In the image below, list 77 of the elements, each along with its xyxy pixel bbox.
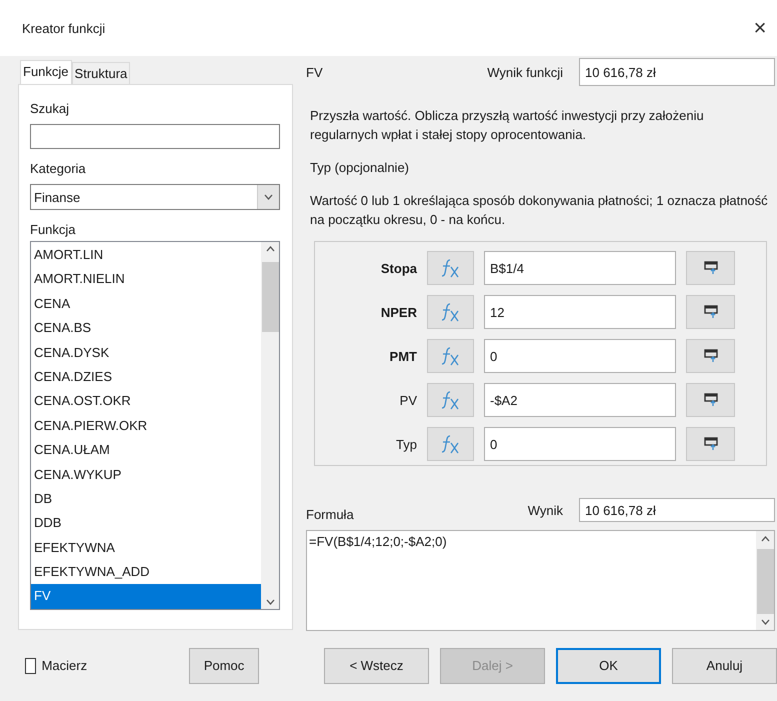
- category-label: Kategoria: [30, 161, 86, 176]
- shrink-button[interactable]: [686, 427, 735, 461]
- argument-field[interactable]: 12: [484, 295, 676, 329]
- list-item[interactable]: AMORT.LIN: [31, 243, 261, 268]
- result-field[interactable]: 10 616,78 zł: [579, 498, 775, 522]
- checkbox-label: Macierz: [42, 658, 88, 673]
- list-item[interactable]: CENA.UŁAM: [31, 438, 261, 463]
- function-icon: [440, 389, 462, 411]
- list-item[interactable]: DB: [31, 486, 261, 512]
- argument-description: Wartość 0 lub 1 określająca sposób dokonywania płatności; 1 oznacza płatność na początku okresu, 0 - na końcu.: [310, 192, 769, 229]
- shrink-icon: [704, 349, 718, 363]
- function-result-label: Wynik funkcji: [487, 64, 563, 80]
- argument-label: Stopa: [380, 260, 418, 276]
- checkbox[interactable]: [25, 658, 36, 674]
- shrink-icon: [704, 393, 718, 407]
- argument-label: NPER: [380, 304, 418, 320]
- shrink-button[interactable]: [686, 339, 735, 373]
- argument-field[interactable]: 0: [484, 339, 676, 373]
- help-button[interactable]: Pomoc: [189, 648, 259, 684]
- shrink-button[interactable]: [686, 251, 735, 285]
- shrink-button[interactable]: [686, 295, 735, 329]
- scroll-down-icon[interactable]: [266, 599, 274, 605]
- function-icon: [440, 345, 462, 367]
- shrink-icon: [704, 305, 718, 319]
- function-wizard-button[interactable]: [427, 295, 474, 329]
- result-label: Wynik: [528, 502, 563, 518]
- argument-field[interactable]: -$A2: [484, 383, 676, 417]
- shrink-icon: [704, 437, 718, 451]
- shrink-icon: [704, 261, 718, 275]
- argument-label: PMT: [388, 348, 418, 364]
- list-item[interactable]: EFEKTYWNA_ADD: [31, 560, 261, 584]
- formula-field[interactable]: =FV(B$1/4;12;0;-$A2;0): [306, 530, 775, 631]
- function-icon: [440, 433, 462, 455]
- dialog-button[interactable]: Anuluj: [672, 648, 777, 684]
- function-wizard-button[interactable]: [427, 339, 474, 373]
- function-wizard-button[interactable]: [427, 383, 474, 417]
- search-field[interactable]: [30, 124, 280, 149]
- list-item[interactable]: EFEKTYWNA: [31, 536, 261, 560]
- window-title: Kreator funkcji: [22, 20, 106, 36]
- list-item[interactable]: CENA.BS: [31, 316, 261, 341]
- list-item[interactable]: CENA.OST.OKR: [31, 389, 261, 414]
- list-item[interactable]: CENA: [31, 292, 261, 316]
- list-item[interactable]: FV: [31, 584, 261, 609]
- argument-field[interactable]: B$1/4: [484, 251, 676, 285]
- list-item[interactable]: CENA.DZIES: [31, 364, 261, 390]
- dropdown-icon[interactable]: [264, 194, 273, 200]
- list-item[interactable]: CENA.PIERW.OKR: [31, 414, 261, 438]
- dialog-button[interactable]: OK: [556, 648, 661, 684]
- argument-label: Typ: [395, 436, 418, 452]
- list-item[interactable]: DDB: [31, 511, 261, 536]
- formula-label: Formuła: [306, 507, 354, 522]
- function-result-field[interactable]: 10 616,78 zł: [579, 58, 775, 86]
- scrollbar-thumb[interactable]: [262, 262, 278, 332]
- tab[interactable]: Struktura: [72, 62, 130, 84]
- argument-field[interactable]: 0: [484, 427, 676, 461]
- scroll-down-icon[interactable]: [760, 619, 770, 626]
- argument-name: Typ (opcjonalnie): [310, 159, 410, 177]
- scroll-up-icon[interactable]: [760, 536, 770, 542]
- function-wizard-button[interactable]: [427, 427, 474, 461]
- function-label: Funkcja: [30, 222, 76, 237]
- function-icon: [440, 301, 462, 323]
- tab[interactable]: Funkcje: [20, 60, 72, 84]
- function-wizard-button[interactable]: [427, 251, 474, 285]
- function-icon: [440, 257, 462, 279]
- dialog-button[interactable]: < Wstecz: [324, 648, 429, 684]
- list-item[interactable]: AMORT.NIELIN: [31, 267, 261, 292]
- function-name: FV: [306, 64, 323, 80]
- close-button[interactable]: ×: [747, 15, 773, 41]
- scroll-up-icon[interactable]: [266, 246, 274, 252]
- category-dropdown[interactable]: Finanse: [30, 184, 280, 210]
- search-label: Szukaj: [30, 101, 70, 116]
- scrollbar-thumb[interactable]: [756, 548, 774, 614]
- list-item[interactable]: CENA.WYKUP: [31, 462, 261, 487]
- shrink-button[interactable]: [686, 383, 735, 417]
- function-description: Przyszła wartość. Oblicza przyszłą wartość inwestycji przy założeniu regularnych wpłat i stałej stopy oprocentowania.: [310, 107, 705, 144]
- list-item[interactable]: CENA.DYSK: [31, 340, 261, 365]
- argument-label: PV: [398, 392, 418, 408]
